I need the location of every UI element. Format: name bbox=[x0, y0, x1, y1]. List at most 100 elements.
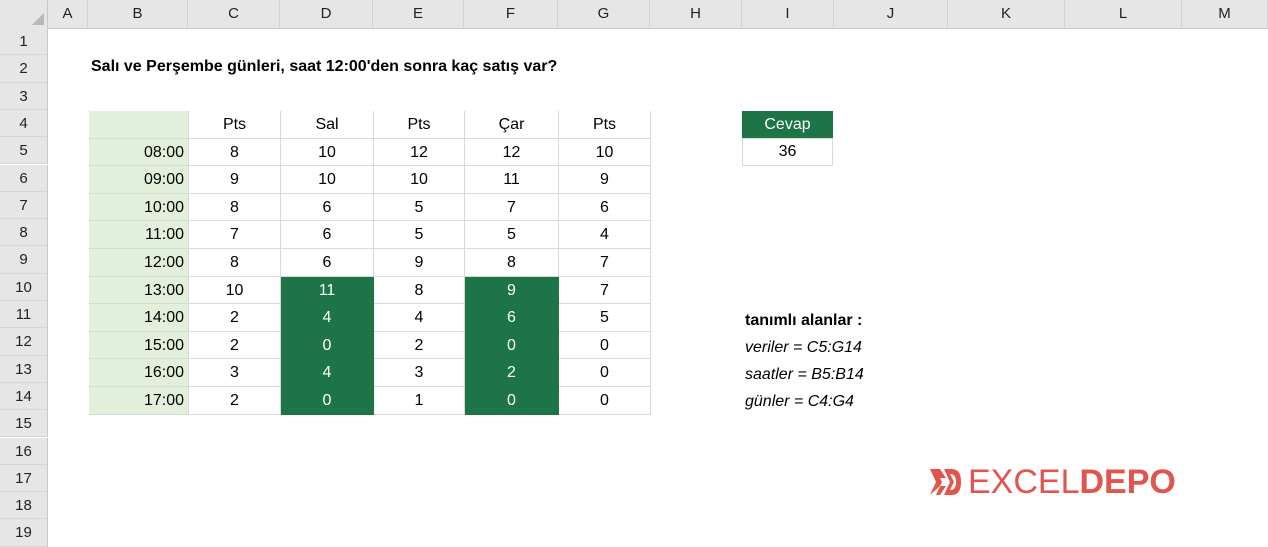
value-cell[interactable]: 9 bbox=[374, 249, 465, 277]
value-cell[interactable]: 2 bbox=[189, 331, 281, 360]
row-header-9[interactable]: 9 bbox=[0, 246, 48, 274]
time-cell[interactable]: 12:00 bbox=[89, 249, 189, 277]
row-header-15[interactable]: 15 bbox=[0, 410, 48, 438]
row-header-2[interactable]: 2 bbox=[0, 55, 48, 83]
value-cell[interactable]: 6 bbox=[281, 193, 374, 222]
day-header-3[interactable]: Çar bbox=[465, 111, 559, 139]
value-cell[interactable]: 8 bbox=[189, 193, 281, 222]
value-cell[interactable]: 5 bbox=[374, 221, 465, 249]
row-header-8[interactable]: 8 bbox=[0, 219, 48, 247]
value-cell[interactable]: 8 bbox=[189, 138, 281, 167]
row-header-17[interactable]: 17 bbox=[0, 464, 48, 493]
row-header-3[interactable]: 3 bbox=[0, 82, 48, 110]
value-cell[interactable]: 2 bbox=[465, 359, 559, 387]
column-header-b[interactable]: B bbox=[88, 0, 188, 28]
column-header-m[interactable]: M bbox=[1182, 0, 1268, 28]
day-header-1[interactable]: Sal bbox=[281, 111, 374, 139]
time-cell[interactable]: 09:00 bbox=[89, 166, 189, 194]
value-cell[interactable]: 10 bbox=[189, 276, 281, 305]
row-header-1[interactable]: 1 bbox=[0, 28, 48, 56]
value-cell[interactable]: 0 bbox=[281, 331, 374, 360]
value-cell[interactable]: 7 bbox=[559, 276, 651, 305]
time-cell[interactable]: 17:00 bbox=[89, 387, 189, 415]
select-all-corner[interactable] bbox=[0, 0, 48, 28]
table-corner-cell[interactable] bbox=[89, 111, 189, 139]
column-header-h[interactable]: H bbox=[650, 0, 742, 28]
value-cell[interactable]: 4 bbox=[559, 221, 651, 249]
value-cell[interactable]: 7 bbox=[559, 249, 651, 277]
column-header-d[interactable]: D bbox=[280, 0, 373, 28]
time-cell[interactable]: 13:00 bbox=[89, 276, 189, 305]
day-header-0[interactable]: Pts bbox=[189, 111, 281, 139]
value-cell[interactable]: 3 bbox=[374, 359, 465, 387]
row-header-12[interactable]: 12 bbox=[0, 328, 48, 356]
value-cell[interactable]: 0 bbox=[465, 331, 559, 360]
value-cell[interactable]: 3 bbox=[189, 359, 281, 387]
time-cell[interactable]: 14:00 bbox=[89, 304, 189, 332]
time-cell[interactable]: 08:00 bbox=[89, 138, 189, 167]
row-header-19[interactable]: 19 bbox=[0, 519, 48, 547]
value-cell[interactable]: 10 bbox=[281, 166, 374, 194]
value-cell[interactable]: 5 bbox=[559, 304, 651, 332]
value-cell[interactable]: 9 bbox=[189, 166, 281, 194]
row-header-4[interactable]: 4 bbox=[0, 109, 48, 138]
value-cell[interactable]: 6 bbox=[281, 221, 374, 249]
value-cell[interactable]: 6 bbox=[559, 193, 651, 222]
value-cell[interactable]: 8 bbox=[374, 276, 465, 305]
value-cell[interactable]: 0 bbox=[281, 387, 374, 415]
value-cell[interactable]: 12 bbox=[374, 138, 465, 167]
value-cell[interactable]: 0 bbox=[465, 387, 559, 415]
day-header-2[interactable]: Pts bbox=[374, 111, 465, 139]
column-header-c[interactable]: C bbox=[188, 0, 280, 28]
time-cell[interactable]: 15:00 bbox=[89, 331, 189, 360]
value-cell[interactable]: 8 bbox=[189, 249, 281, 277]
time-cell[interactable]: 16:00 bbox=[89, 359, 189, 387]
value-cell[interactable]: 6 bbox=[281, 249, 374, 277]
value-cell[interactable]: 11 bbox=[465, 166, 559, 194]
value-cell[interactable]: 10 bbox=[559, 138, 651, 167]
value-cell[interactable]: 9 bbox=[465, 276, 559, 305]
value-cell[interactable]: 1 bbox=[374, 387, 465, 415]
value-cell[interactable]: 2 bbox=[189, 304, 281, 332]
answer-value[interactable]: 36 bbox=[742, 138, 833, 166]
row-header-13[interactable]: 13 bbox=[0, 355, 48, 383]
answer-header[interactable]: Cevap bbox=[742, 111, 833, 138]
column-header-j[interactable]: J bbox=[834, 0, 948, 28]
column-header-g[interactable]: G bbox=[558, 0, 650, 28]
time-cell[interactable]: 10:00 bbox=[89, 193, 189, 222]
value-cell[interactable]: 7 bbox=[465, 193, 559, 222]
column-header-a[interactable]: A bbox=[48, 0, 88, 28]
value-cell[interactable]: 2 bbox=[374, 331, 465, 360]
row-header-16[interactable]: 16 bbox=[0, 437, 48, 465]
value-cell[interactable]: 4 bbox=[374, 304, 465, 332]
value-cell[interactable]: 4 bbox=[281, 359, 374, 387]
row-header-7[interactable]: 7 bbox=[0, 191, 48, 220]
value-cell[interactable]: 8 bbox=[465, 249, 559, 277]
day-header-4[interactable]: Pts bbox=[559, 111, 651, 139]
column-header-k[interactable]: K bbox=[948, 0, 1065, 28]
value-cell[interactable]: 9 bbox=[559, 166, 651, 194]
column-header-l[interactable]: L bbox=[1065, 0, 1182, 28]
column-header-f[interactable]: F bbox=[464, 0, 558, 28]
time-cell[interactable]: 11:00 bbox=[89, 221, 189, 249]
value-cell[interactable]: 0 bbox=[559, 387, 651, 415]
row-header-14[interactable]: 14 bbox=[0, 382, 48, 411]
row-header-6[interactable]: 6 bbox=[0, 164, 48, 192]
column-header-e[interactable]: E bbox=[373, 0, 464, 28]
value-cell[interactable]: 10 bbox=[374, 166, 465, 194]
row-header-18[interactable]: 18 bbox=[0, 492, 48, 520]
row-header-10[interactable]: 10 bbox=[0, 273, 48, 301]
row-header-5[interactable]: 5 bbox=[0, 137, 48, 165]
value-cell[interactable]: 11 bbox=[281, 276, 374, 305]
value-cell[interactable]: 0 bbox=[559, 359, 651, 387]
value-cell[interactable]: 6 bbox=[465, 304, 559, 332]
column-header-i[interactable]: I bbox=[742, 0, 834, 28]
value-cell[interactable]: 5 bbox=[374, 193, 465, 222]
value-cell[interactable]: 2 bbox=[189, 387, 281, 415]
value-cell[interactable]: 4 bbox=[281, 304, 374, 332]
value-cell[interactable]: 0 bbox=[559, 331, 651, 360]
value-cell[interactable]: 12 bbox=[465, 138, 559, 167]
value-cell[interactable]: 10 bbox=[281, 138, 374, 167]
row-header-11[interactable]: 11 bbox=[0, 301, 48, 329]
value-cell[interactable]: 5 bbox=[465, 221, 559, 249]
